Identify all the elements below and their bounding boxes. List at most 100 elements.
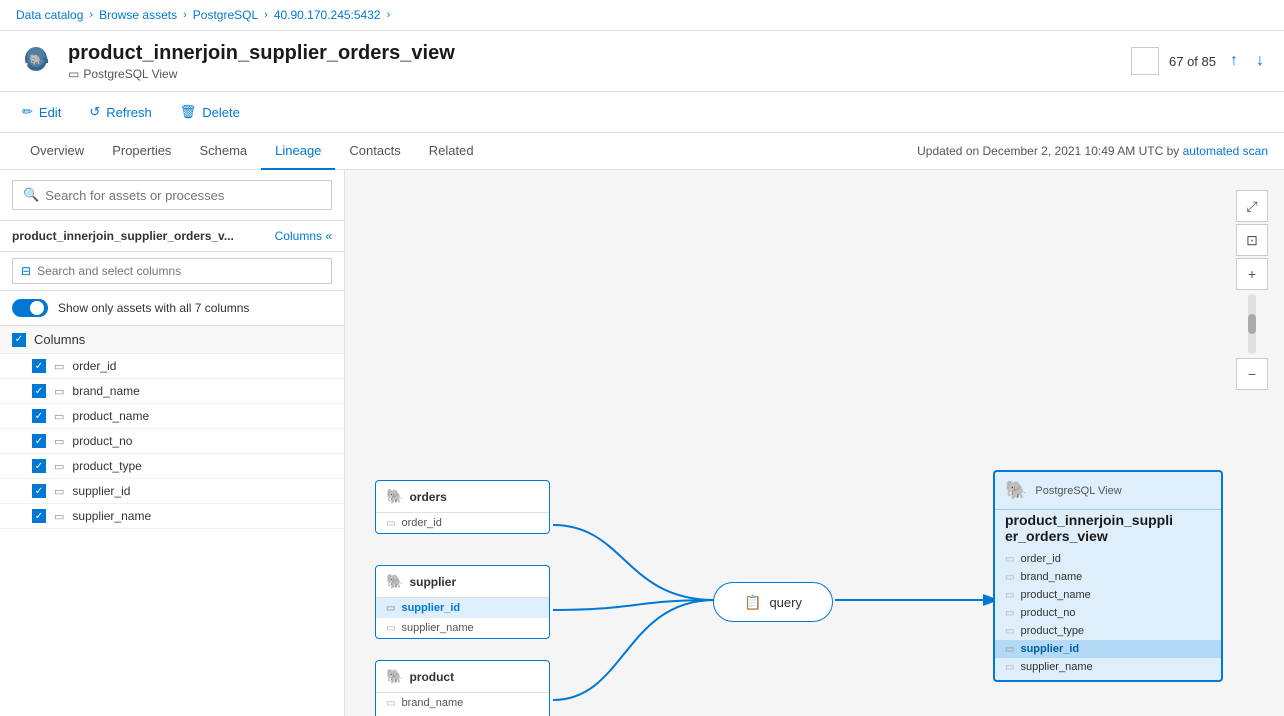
col-checkbox-product_name[interactable] (32, 409, 46, 423)
updated-by-link[interactable]: automated scan (1183, 144, 1268, 158)
asset-search-box[interactable]: 🔍 (12, 180, 332, 210)
columns-toggle[interactable]: Columns « (275, 229, 332, 243)
target-row-highlighted: ▭ supplier_id (995, 640, 1221, 658)
orders-row-order_id: ▭ order_id (376, 513, 549, 533)
refresh-button[interactable]: ↺ Refresh (83, 100, 157, 124)
list-item[interactable]: ▭ brand_name (0, 379, 344, 404)
target-fields: ▭ order_id ▭ brand_name ▭ product_name ▭… (995, 550, 1221, 680)
col-name: product_name (72, 409, 149, 423)
query-box: 📋 query (713, 582, 833, 622)
col-checkbox-product_no[interactable] (32, 434, 46, 448)
breadcrumb-ip[interactable]: 40.90.170.245:5432 (274, 8, 381, 22)
columns-header-row: Columns (0, 326, 344, 354)
columns-search-input[interactable] (37, 264, 323, 278)
columns-list: Columns ▭ order_id ▭ brand_name ▭ produc… (0, 326, 344, 716)
target-field: product_name (1020, 589, 1090, 601)
target-row: ▭ brand_name (995, 568, 1221, 586)
col-checkbox-brand_name[interactable] (32, 384, 46, 398)
supplier-box: 🐘 supplier ▭ supplier_id ▭ supplier_name (375, 565, 550, 639)
orders-box: 🐘 orders ▭ order_id (375, 480, 550, 534)
nav-checkbox[interactable] (1131, 47, 1159, 75)
header-subtitle: ▭ PostgreSQL View (68, 67, 455, 81)
supplier-row-supplier_name: ▭ supplier_name (376, 618, 549, 638)
target-row: ▭ product_no (995, 604, 1221, 622)
col-checkbox-product_type[interactable] (32, 459, 46, 473)
nav-up-arrow[interactable]: ↑ (1226, 48, 1242, 74)
asset-name: product_innerjoin_supplier_orders_v... (12, 229, 234, 243)
target-box: 🐘 PostgreSQL View product_innerjoin_supp… (993, 470, 1223, 682)
col-field-icon: ▭ (54, 485, 64, 498)
zoom-controls: ⤢ ⊡ + − (1236, 190, 1268, 390)
tab-schema[interactable]: Schema (185, 133, 261, 170)
zoom-slider-track (1248, 294, 1256, 354)
product-row-brand: ▭ brand_name (376, 693, 549, 713)
target-field: product_type (1020, 625, 1084, 637)
breadcrumb-data-catalog[interactable]: Data catalog (16, 8, 83, 22)
columns-toggle-switch[interactable] (12, 299, 48, 317)
tabs-bar: Overview Properties Schema Lineage Conta… (0, 133, 1284, 170)
zoom-in-button[interactable]: + (1236, 258, 1268, 290)
updated-info: Updated on December 2, 2021 10:49 AM UTC… (917, 134, 1268, 168)
zoom-expand-button[interactable]: ⤢ (1236, 190, 1268, 222)
refresh-label: Refresh (106, 105, 152, 120)
col-name: order_id (72, 359, 116, 373)
field-icon: ▭ (386, 623, 395, 634)
list-item[interactable]: ▭ product_name (0, 404, 344, 429)
field-icon: ▭ (1005, 554, 1014, 565)
supplier-pg-icon: 🐘 (386, 573, 403, 590)
tab-overview[interactable]: Overview (16, 133, 98, 170)
zoom-out-button[interactable]: − (1236, 358, 1268, 390)
asset-search-wrap: 🔍 (0, 170, 344, 221)
col-checkbox-supplier_id[interactable] (32, 484, 46, 498)
field-icon: ▭ (1005, 626, 1014, 637)
asset-header: product_innerjoin_supplier_orders_v... C… (0, 221, 344, 252)
zoom-fit-button[interactable]: ⊡ (1236, 224, 1268, 256)
breadcrumb-sep-3: › (264, 9, 268, 21)
target-field: product_no (1020, 607, 1075, 619)
left-panel: 🔍 product_innerjoin_supplier_orders_v...… (0, 170, 345, 716)
product-box: 🐘 product ▭ brand_name ▭ product_name ▭ … (375, 660, 550, 716)
subtitle-text: PostgreSQL View (83, 67, 177, 81)
breadcrumb-sep-1: › (89, 9, 93, 21)
breadcrumb: Data catalog › Browse assets › PostgreSQ… (0, 0, 1284, 31)
tab-lineage[interactable]: Lineage (261, 133, 335, 170)
col-checkbox-order_id[interactable] (32, 359, 46, 373)
col-name: product_no (72, 434, 132, 448)
list-item[interactable]: ▭ order_id (0, 354, 344, 379)
tab-contacts[interactable]: Contacts (335, 133, 414, 170)
target-row: ▭ order_id (995, 550, 1221, 568)
list-item[interactable]: ▭ supplier_id (0, 479, 344, 504)
asset-search-input[interactable] (45, 188, 321, 203)
col-field-icon: ▭ (54, 410, 64, 423)
list-item[interactable]: ▭ supplier_name (0, 504, 344, 529)
columns-search-box[interactable]: ⊟ (12, 258, 332, 284)
tabs-list: Overview Properties Schema Lineage Conta… (16, 133, 488, 169)
delete-button[interactable]: 🗑 Delete (174, 100, 246, 124)
tab-properties[interactable]: Properties (98, 133, 185, 170)
search-icon: 🔍 (23, 187, 39, 203)
target-row: ▭ supplier_name (995, 658, 1221, 676)
view-icon: ▭ (68, 67, 79, 81)
edit-button[interactable]: ✏ Edit (16, 100, 67, 124)
columns-search-wrap: ⊟ (0, 252, 344, 291)
target-row: ▭ product_name (995, 586, 1221, 604)
columns-header-label: Columns (34, 332, 85, 347)
target-header: 🐘 PostgreSQL View (995, 472, 1221, 510)
list-item[interactable]: ▭ product_no (0, 429, 344, 454)
product-header: 🐘 product (376, 661, 549, 693)
orders-pg-icon: 🐘 (386, 488, 403, 505)
lineage-canvas: 🐘 orders ▭ order_id 🐘 supplier ▭ supplie… (345, 170, 1284, 716)
col-checkbox-supplier_name[interactable] (32, 509, 46, 523)
breadcrumb-browse-assets[interactable]: Browse assets (99, 8, 177, 22)
nav-down-arrow[interactable]: ↓ (1252, 48, 1268, 74)
breadcrumb-postgresql[interactable]: PostgreSQL (193, 8, 258, 22)
tab-related[interactable]: Related (415, 133, 488, 170)
postgresql-icon: 🐘 (16, 41, 56, 81)
list-item[interactable]: ▭ product_type (0, 454, 344, 479)
breadcrumb-sep-4: › (387, 9, 391, 21)
columns-select-all[interactable] (12, 333, 26, 347)
query-label: query (769, 595, 802, 610)
zoom-slider-thumb[interactable] (1248, 314, 1256, 334)
target-pg-icon: 🐘 (1005, 480, 1027, 501)
toggle-label: Show only assets with all 7 columns (58, 301, 249, 315)
